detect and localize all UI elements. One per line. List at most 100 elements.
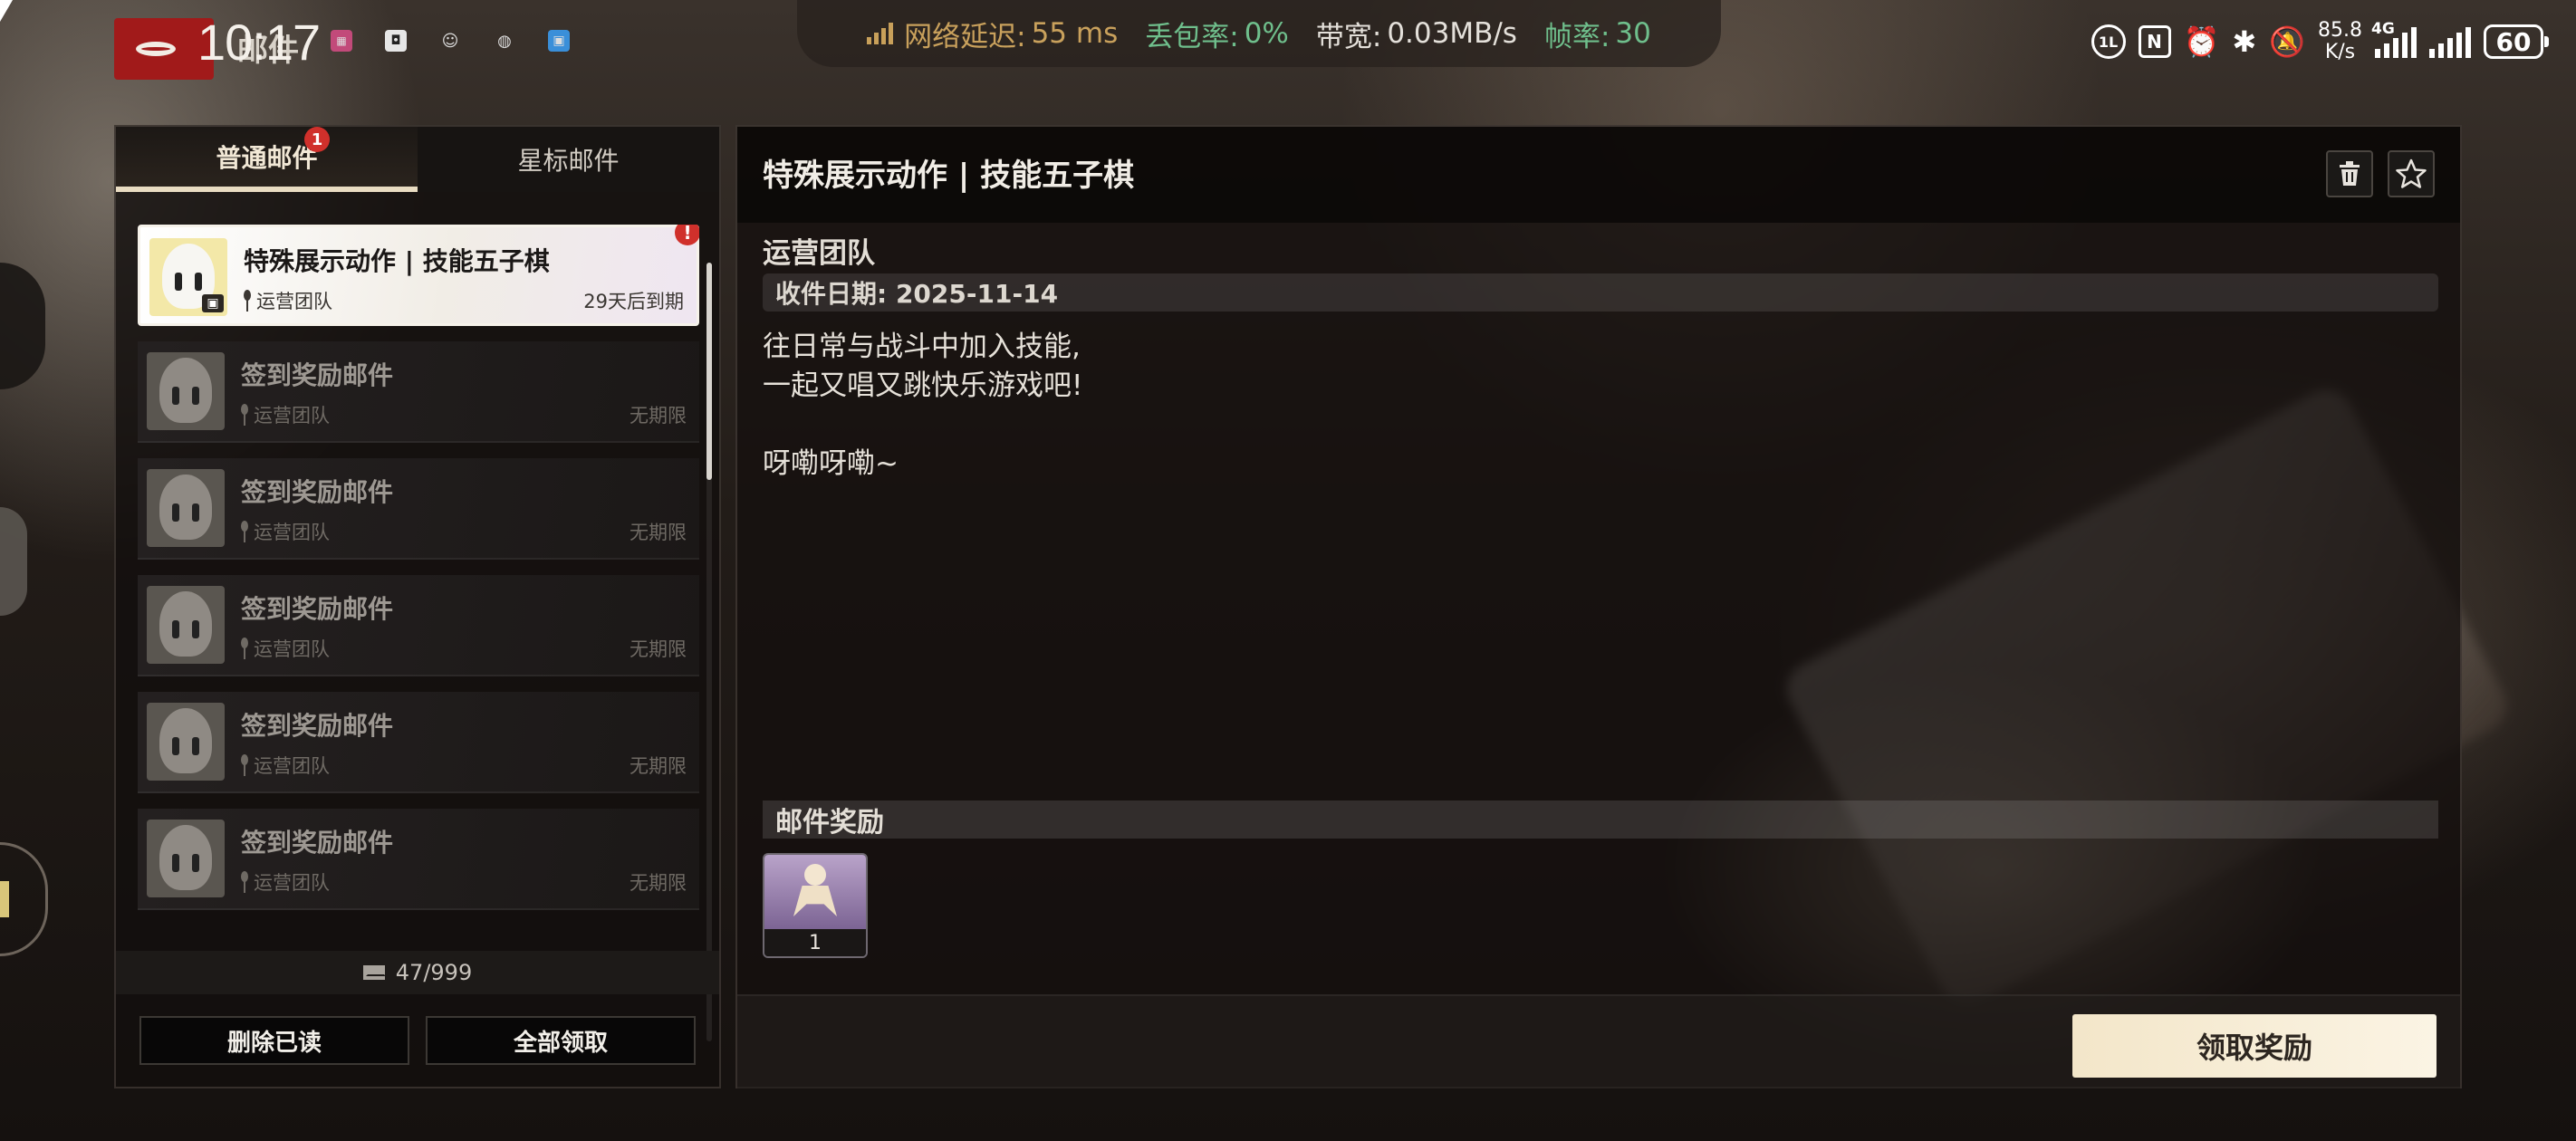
app-icon-2: ◘ [385,30,407,52]
mail-tabs: 普通邮件 1 星标邮件 [116,127,719,192]
pin-icon [242,290,253,312]
envelope-icon [362,965,386,980]
mail-sender: 运营团队 [254,872,330,894]
packet-loss-label: 丢包率: [1145,20,1239,53]
signal-type: 4G [2371,20,2395,38]
mail-count-bar: 47/999 [116,951,719,994]
scrollbar-thumb[interactable] [706,263,712,480]
mail-sender-row: 运营团队 [239,518,330,545]
sender-avatar [147,352,225,430]
pin-icon [239,871,250,893]
costume-reward-icon [764,855,866,929]
received-date: 收件日期: 2025-11-14 [763,273,2438,312]
mail-sender: 运营团队 [254,405,330,427]
trash-icon [2340,161,2360,186]
mail-sender: 运营团队 [254,522,330,543]
latency-value: 55 ms [1031,17,1119,50]
sender-avatar [147,703,225,781]
mail-sender: 运营团队 [256,291,332,312]
mail-list-panel: 普通邮件 1 星标邮件 ▣ 特殊展示动作 | 技能五子棋 运营团队 29天后到期… [114,125,721,1088]
app-icon-1: ▦ [331,30,352,52]
list-item[interactable]: 签到奖励邮件 运营团队 无期限 [138,809,699,910]
bluetooth-icon: ✱ [2232,24,2257,59]
mail-sender: 运营团队 [254,638,330,660]
battery-level: 60 [2495,26,2532,57]
signal-icon [2429,25,2471,58]
net-speed: 85.8 K/s [2318,20,2362,63]
sender-avatar [147,820,225,897]
list-item[interactable]: 签到奖励邮件 运营团队 无期限 [138,575,699,676]
packet-loss-value: 0% [1244,17,1289,50]
mail-subject: 签到奖励邮件 [241,477,394,507]
mail-expiry: 无期限 [630,755,687,777]
app-icon-4: ◍ [497,31,512,51]
mail-sender-row: 运营团队 [239,401,330,428]
list-item[interactable]: 签到奖励邮件 运营团队 无期限 [138,692,699,793]
system-tray: 1L N ⏰ ✱ 🔕 85.8 K/s 4G 60 [2091,20,2549,63]
data-saver-icon: 1L [2091,24,2126,59]
detail-header: 特殊展示动作 | 技能五子棋 [737,127,2460,223]
mail-sender-row: 运营团队 [239,635,330,662]
background-shape [0,507,27,616]
sender-avatar [147,586,225,664]
signal-icon: 4G [2371,20,2417,58]
claim-all-button[interactable]: 全部领取 [426,1016,696,1065]
status-clock: 10:17 [197,14,321,71]
pin-icon [239,404,250,426]
delete-read-button[interactable]: 删除已读 [139,1016,409,1065]
mail-sender: 运营团队 [254,755,330,777]
mail-body: 往日常与战斗中加入技能, 一起又唱又跳快乐游戏吧! 呀嘞呀嘞~ [763,331,1083,480]
alarm-icon: ⏰ [2183,24,2220,59]
nfc-icon: N [2138,25,2171,58]
star-button[interactable] [2388,150,2435,197]
mail-expiry: 无期限 [630,638,687,660]
mute-icon: 🔕 [2269,24,2306,59]
list-item[interactable]: 签到奖励邮件 运营团队 无期限 [138,341,699,443]
status-bar: 邮件 10:17 ▦ ◘ ☺ ◍ ▣ 网络延迟: 55 ms 丢包率: 0% 带… [0,0,2576,80]
list-item[interactable]: 签到奖励邮件 运营团队 无期限 [138,458,699,560]
detail-sender: 运营团队 [763,237,875,270]
mail-sender-row: 运营团队 [242,287,332,314]
tab-starred-mail[interactable]: 星标邮件 [418,127,719,192]
mail-count: 47/999 [395,960,473,985]
bandwidth-label: 带宽: [1315,20,1382,53]
delete-button[interactable] [2326,150,2373,197]
reward-item[interactable]: 1 [763,853,868,958]
net-speed-unit: K/s [2324,41,2356,63]
tab-normal-mail[interactable]: 普通邮件 1 [116,127,418,192]
fps-value: 30 [1615,17,1651,50]
list-item[interactable]: ▣ 特殊展示动作 | 技能五子棋 运营团队 29天后到期 ! [138,225,699,326]
mail-subject: 签到奖励邮件 [241,828,394,858]
mail-detail-panel: 特殊展示动作 | 技能五子棋 运营团队 收件日期: 2025-11-14 往日常… [735,125,2462,1088]
rewards-header: 邮件奖励 [763,801,2438,839]
network-stats: 网络延迟: 55 ms 丢包率: 0% 带宽: 0.03MB/s 帧率: 30 [797,0,1721,67]
claim-reward-button[interactable]: 领取奖励 [2072,1014,2437,1078]
pin-icon [239,754,250,776]
list-actions: 删除已读 全部领取 [139,1016,696,1065]
unread-alert-icon: ! [675,225,699,245]
reward-quantity: 1 [764,929,866,956]
mail-subject: 签到奖励邮件 [241,711,394,741]
mail-expiry: 29天后到期 [583,291,684,312]
app-icon-5: ▣ [548,30,570,52]
mail-sender-row: 运营团队 [239,752,330,779]
mail-subject: 签到奖励邮件 [241,360,394,390]
tab-label: 星标邮件 [517,146,620,176]
star-icon [2396,158,2427,188]
unread-badge: 1 [304,127,330,152]
lock-icon: ▣ [202,294,224,312]
notification-icons: ▦ ◘ ☺ ◍ ▣ [331,30,570,52]
detail-title: 特殊展示动作 | 技能五子棋 [763,158,1135,194]
detail-footer: 领取奖励 [737,994,2460,1088]
mail-subject: 签到奖励邮件 [241,594,394,624]
sender-avatar: ▣ [149,238,227,316]
mail-expiry: 无期限 [630,522,687,543]
fps-label: 帧率: [1543,20,1610,53]
bandwidth-value: 0.03MB/s [1387,17,1517,50]
mail-list[interactable]: ▣ 特殊展示动作 | 技能五子棋 运营团队 29天后到期 ! 签到奖励邮件 运营… [138,225,699,1047]
app-icon-3: ☺ [441,31,459,51]
mail-subject: 特殊展示动作 | 技能五子棋 [244,246,550,276]
mail-expiry: 无期限 [630,405,687,427]
latency-label: 网络延迟: [904,20,1026,53]
sender-avatar [147,469,225,547]
